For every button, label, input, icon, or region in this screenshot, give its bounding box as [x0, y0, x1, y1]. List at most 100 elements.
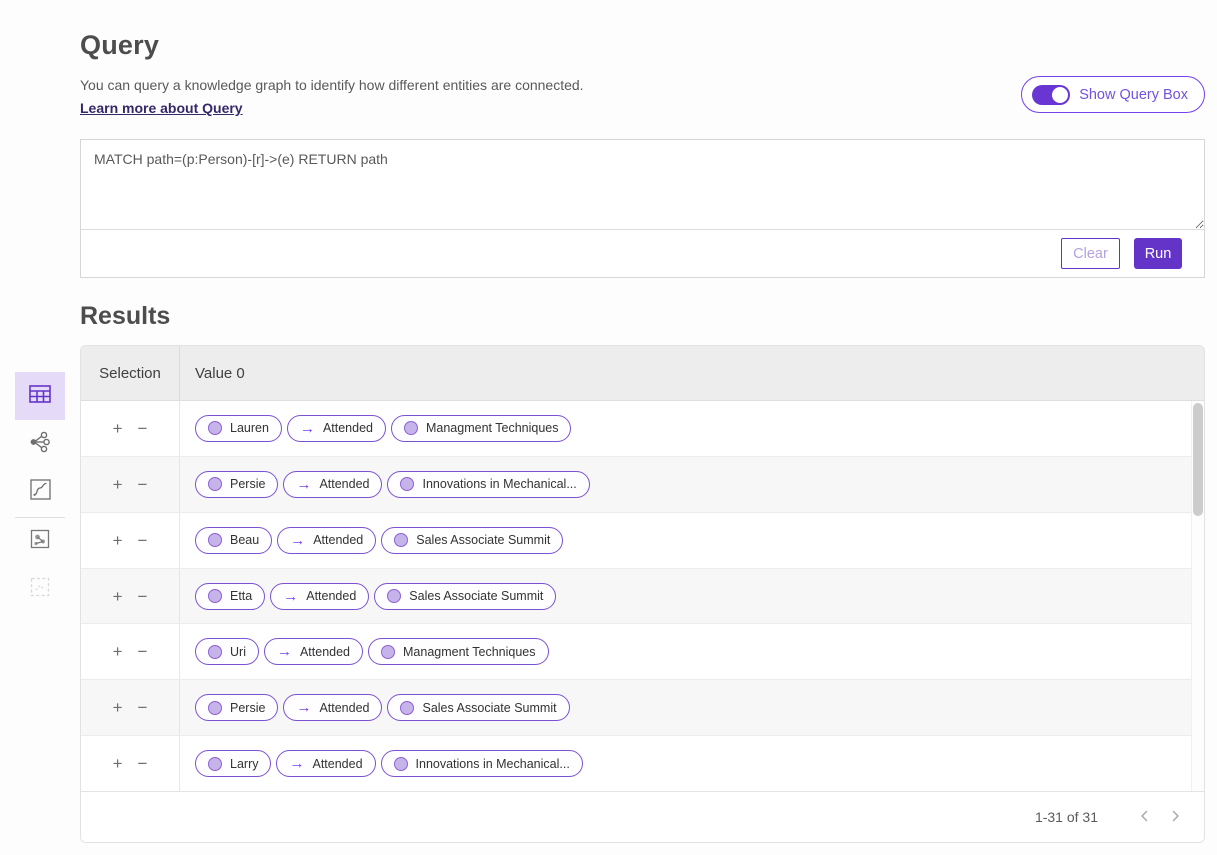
relation-edge-pill[interactable]: → Attended: [264, 638, 363, 665]
source-node-pill[interactable]: Uri: [195, 638, 259, 665]
source-node-pill[interactable]: Beau: [195, 527, 272, 554]
source-node-pill[interactable]: Persie: [195, 471, 278, 498]
sidebar-item-graph-view[interactable]: [15, 432, 65, 456]
target-node-pill[interactable]: Sales Associate Summit: [374, 583, 556, 610]
pagination-prev-button[interactable]: [1130, 802, 1160, 832]
remove-from-selection-button[interactable]: −: [136, 418, 150, 439]
source-node-label: Etta: [230, 589, 252, 603]
table-row: + − Persie → Attended Innovations in Mec…: [81, 457, 1204, 513]
arrow-right-icon: →: [283, 589, 298, 604]
add-to-selection-button[interactable]: +: [111, 530, 125, 551]
relation-edge-pill[interactable]: → Attended: [283, 694, 382, 721]
query-actions: Clear Run: [81, 230, 1204, 277]
chart-view-icon: [30, 479, 51, 505]
relation-label: Attended: [312, 757, 362, 771]
learn-more-link[interactable]: Learn more about Query: [80, 100, 243, 116]
source-node-pill[interactable]: Persie: [195, 694, 278, 721]
node-circle-icon: [404, 421, 418, 435]
sidebar-item-table-view[interactable]: [15, 372, 65, 420]
node-circle-icon: [208, 421, 222, 435]
remove-from-selection-button[interactable]: −: [136, 641, 150, 662]
table-row: + − Uri → Attended Managment Techniques: [81, 624, 1204, 680]
relation-edge-pill[interactable]: → Attended: [270, 583, 369, 610]
source-node-pill[interactable]: Etta: [195, 583, 265, 610]
selection-cell: + −: [81, 569, 179, 624]
add-to-selection-button[interactable]: +: [111, 641, 125, 662]
target-node-label: Sales Associate Summit: [416, 533, 550, 547]
custom-view-disabled-icon: [29, 576, 51, 603]
target-node-pill[interactable]: Managment Techniques: [368, 638, 549, 665]
arrow-right-icon: →: [290, 533, 305, 548]
node-circle-icon: [208, 477, 222, 491]
pagination-next-button[interactable]: [1160, 802, 1190, 832]
query-input[interactable]: MATCH path=(p:Person)-[r]->(e) RETURN pa…: [81, 140, 1204, 230]
relation-edge-pill[interactable]: → Attended: [283, 471, 382, 498]
add-to-selection-button[interactable]: +: [111, 474, 125, 495]
page-title: Query: [80, 30, 159, 61]
table-row: + − Persie → Attended Sales Associate Su…: [81, 680, 1204, 736]
target-node-label: Managment Techniques: [426, 421, 559, 435]
sidebar-item-custom-view-disabled[interactable]: [15, 577, 65, 601]
add-to-selection-button[interactable]: +: [111, 753, 125, 774]
node-circle-icon: [387, 589, 401, 603]
chevron-right-icon: [1166, 807, 1184, 828]
source-node-pill[interactable]: Larry: [195, 750, 271, 777]
selection-cell: + −: [81, 401, 179, 456]
clear-button[interactable]: Clear: [1061, 238, 1120, 269]
node-circle-icon: [208, 645, 222, 659]
selection-cell: + −: [81, 680, 179, 735]
remove-from-selection-button[interactable]: −: [136, 474, 150, 495]
query-page: Query You can query a knowledge graph to…: [0, 0, 1217, 855]
toggle-knob: [1052, 87, 1068, 103]
remove-from-selection-button[interactable]: −: [136, 697, 150, 718]
target-node-label: Sales Associate Summit: [422, 701, 556, 715]
relation-edge-pill[interactable]: → Attended: [287, 415, 386, 442]
target-node-pill[interactable]: Sales Associate Summit: [381, 527, 563, 554]
sidebar-item-graph-widget-view[interactable]: [15, 529, 65, 553]
source-node-label: Uri: [230, 645, 246, 659]
value-cell: Uri → Attended Managment Techniques: [179, 624, 1204, 679]
query-box: MATCH path=(p:Person)-[r]->(e) RETURN pa…: [80, 139, 1205, 278]
relation-edge-pill[interactable]: → Attended: [276, 750, 375, 777]
source-node-label: Larry: [230, 757, 258, 771]
node-circle-icon: [208, 533, 222, 547]
source-node-pill[interactable]: Lauren: [195, 415, 282, 442]
toggle-switch[interactable]: [1032, 85, 1070, 105]
selection-cell: + −: [81, 624, 179, 679]
remove-from-selection-button[interactable]: −: [136, 586, 150, 607]
run-button[interactable]: Run: [1134, 238, 1182, 269]
table-row: + − Etta → Attended Sales Associate Summ…: [81, 569, 1204, 625]
value-cell: Persie → Attended Innovations in Mechani…: [179, 457, 1204, 512]
graph-widget-view-icon: [29, 528, 51, 555]
table-row: + − Larry → Attended Innovations in Mech…: [81, 736, 1204, 791]
target-node-pill[interactable]: Sales Associate Summit: [387, 694, 569, 721]
pagination-range-label: 1-31 of 31: [1035, 809, 1098, 825]
target-node-pill[interactable]: Innovations in Mechanical...: [387, 471, 589, 498]
relation-label: Attended: [319, 477, 369, 491]
table-scrollbar[interactable]: [1191, 401, 1204, 791]
value-cell: Etta → Attended Sales Associate Summit: [179, 569, 1204, 624]
toggle-label: Show Query Box: [1079, 87, 1188, 103]
relation-label: Attended: [319, 701, 369, 715]
add-to-selection-button[interactable]: +: [111, 586, 125, 607]
table-view-icon: [29, 385, 51, 408]
selection-cell: + −: [81, 513, 179, 568]
results-title: Results: [80, 302, 170, 331]
table-row: + − Beau → Attended Sales Associate Summ…: [81, 513, 1204, 569]
node-circle-icon: [394, 757, 408, 771]
add-to-selection-button[interactable]: +: [111, 418, 125, 439]
target-node-pill[interactable]: Managment Techniques: [391, 415, 572, 442]
remove-from-selection-button[interactable]: −: [136, 530, 150, 551]
remove-from-selection-button[interactable]: −: [136, 753, 150, 774]
target-node-pill[interactable]: Innovations in Mechanical...: [381, 750, 583, 777]
target-node-label: Sales Associate Summit: [409, 589, 543, 603]
sidebar-divider: [15, 517, 65, 518]
scrollbar-thumb[interactable]: [1193, 403, 1203, 516]
show-query-box-toggle[interactable]: Show Query Box: [1021, 76, 1205, 113]
add-to-selection-button[interactable]: +: [111, 697, 125, 718]
sidebar-item-chart-view[interactable]: [15, 480, 65, 504]
arrow-right-icon: →: [289, 756, 304, 771]
column-header-selection: Selection: [81, 365, 179, 382]
source-node-label: Persie: [230, 701, 265, 715]
relation-edge-pill[interactable]: → Attended: [277, 527, 376, 554]
